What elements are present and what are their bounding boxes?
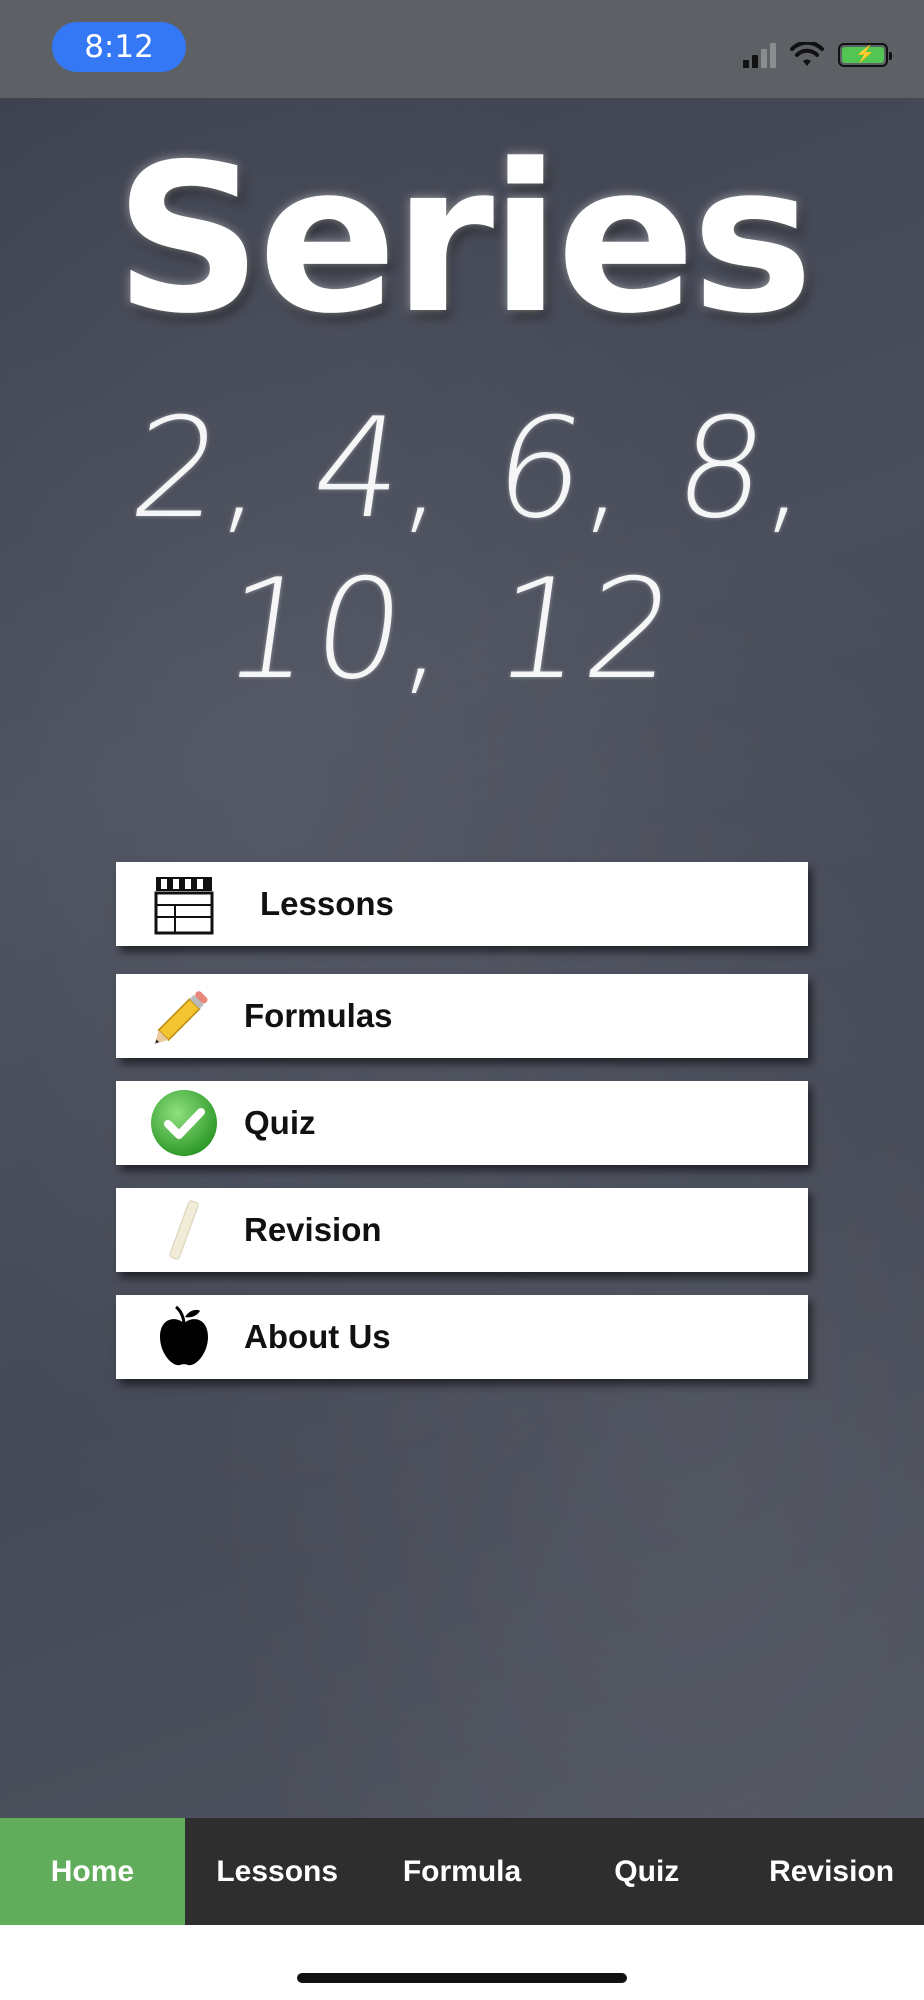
home-indicator[interactable] xyxy=(297,1973,627,1983)
revision-label: Revision xyxy=(244,1211,382,1248)
chalk-icon xyxy=(148,1194,220,1266)
quiz-label: Quiz xyxy=(244,1104,316,1141)
bottom-tab-bar: Home Lessons Formula Quiz Revision xyxy=(0,1818,924,1925)
chalkboard-banner: Series 2, 4, 6, 8, 10, 12 Lessons Formul… xyxy=(0,98,924,1818)
revision-button[interactable]: Revision xyxy=(116,1188,808,1272)
battery-charging-icon: ⚡ xyxy=(838,43,892,67)
lessons-label: Lessons xyxy=(260,885,394,922)
status-icons: ⚡ xyxy=(743,40,892,70)
quiz-button[interactable]: Quiz xyxy=(116,1081,808,1165)
tab-revision[interactable]: Revision xyxy=(739,1818,924,1925)
tab-lessons[interactable]: Lessons xyxy=(185,1818,370,1925)
about-us-button[interactable]: About Us xyxy=(116,1295,808,1379)
clapperboard-icon xyxy=(148,868,220,940)
tab-home[interactable]: Home xyxy=(0,1818,185,1925)
wifi-icon xyxy=(790,42,824,66)
formulas-label: Formulas xyxy=(244,997,393,1034)
number-sequence: 2, 4, 6, 8, 10, 12 xyxy=(121,388,825,710)
signal-icon xyxy=(743,42,776,68)
apple-icon xyxy=(148,1301,220,1373)
lessons-button[interactable]: Lessons xyxy=(116,862,808,946)
status-bar: 8:12 ⚡ xyxy=(0,0,924,98)
tab-quiz[interactable]: Quiz xyxy=(554,1818,739,1925)
formulas-button[interactable]: Formulas xyxy=(116,974,808,1058)
green-checkmark-icon xyxy=(148,1087,220,1159)
tab-formula[interactable]: Formula xyxy=(370,1818,555,1925)
pencil-icon xyxy=(148,980,220,1052)
about-us-label: About Us xyxy=(244,1318,391,1355)
status-time[interactable]: 8:12 xyxy=(52,22,186,72)
app-title: Series xyxy=(114,121,813,359)
